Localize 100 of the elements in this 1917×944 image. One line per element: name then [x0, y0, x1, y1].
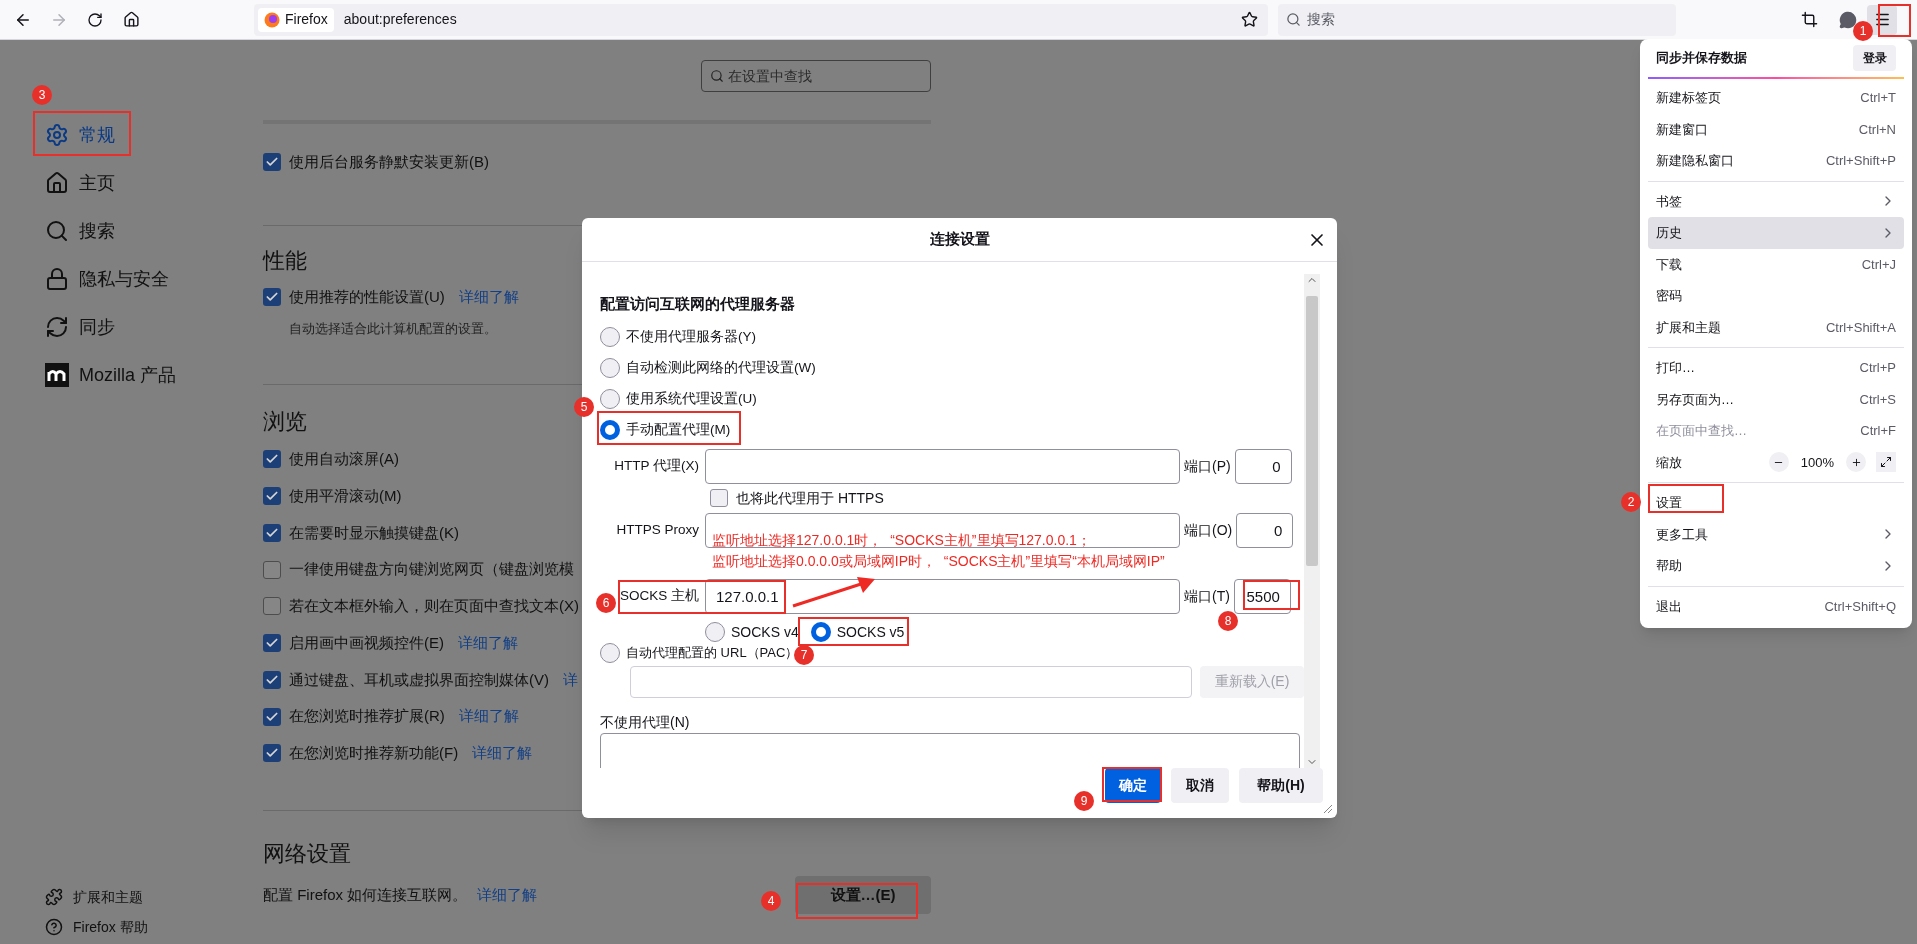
settings-button[interactable]: 设置…(E) — [795, 875, 931, 914]
shortcut-text: Ctrl+P — [1859, 359, 1896, 377]
radio-button[interactable] — [810, 622, 831, 642]
crop-icon[interactable] — [1801, 11, 1818, 28]
resize-grip-icon — [1323, 804, 1333, 814]
menu-item[interactable]: 打印… Ctrl+P — [1648, 352, 1904, 384]
sidebar-item[interactable]: 隐私与安全 — [33, 255, 243, 303]
menu-item[interactable]: 新建隐私窗口 Ctrl+Shift+P — [1648, 145, 1904, 177]
checkbox[interactable] — [263, 597, 281, 616]
checkbox[interactable] — [263, 707, 281, 726]
site-identity-chip[interactable]: Firefox — [258, 7, 334, 32]
step-badge: 5 — [574, 397, 594, 417]
logo-icon — [45, 363, 69, 387]
option-label: 若在文本框外输入，则在页面中查找文本(X) — [289, 596, 579, 617]
option-label: 使用系统代理设置(U) — [626, 389, 757, 408]
menu-item[interactable]: 密码 — [1648, 280, 1904, 312]
step-badge: 3 — [32, 85, 52, 105]
radio-button[interactable] — [600, 642, 620, 663]
chat-bubble-icon[interactable] — [1839, 10, 1857, 29]
sidebar-item[interactable]: 主页 — [33, 159, 243, 207]
menu-item[interactable]: 历史 — [1648, 217, 1904, 249]
checkbox[interactable] — [263, 744, 281, 763]
menu-item[interactable]: 扩展和主题 Ctrl+Shift+A — [1648, 311, 1904, 343]
option-label: 在您浏览时推荐扩展(R) — [289, 706, 445, 727]
menu-item[interactable]: 设置 — [1648, 487, 1904, 519]
checkbox[interactable] — [263, 487, 281, 506]
checkbox[interactable] — [263, 153, 281, 172]
checkbox[interactable] — [710, 489, 728, 507]
text-field[interactable] — [705, 512, 1180, 548]
checkbox[interactable] — [263, 450, 281, 469]
fullscreen-button[interactable] — [1876, 452, 1896, 473]
house-icon — [122, 11, 140, 28]
field-label: SOCKS 主机 — [620, 586, 699, 605]
sidebar-item[interactable]: 搜索 — [33, 207, 243, 255]
search-icon — [45, 219, 69, 243]
address-bar[interactable]: Firefox about:preferences — [254, 3, 1268, 36]
radio-button[interactable] — [600, 327, 620, 347]
radio-button[interactable] — [600, 420, 620, 440]
option-label: 启用画中画视频控件(E) — [289, 632, 444, 653]
bookmark-star-icon[interactable] — [1241, 11, 1258, 28]
menu-item[interactable]: 下载 Ctrl+J — [1648, 248, 1904, 280]
menu-item[interactable]: 新建窗口 Ctrl+N — [1648, 113, 1904, 145]
section-heading: 性能 — [263, 247, 307, 276]
browser-logo-icon — [264, 11, 280, 28]
option-label: 使用后台服务静默安装更新(B) — [289, 152, 489, 173]
zoom-level: 100% — [1799, 453, 1835, 472]
sidebar-item[interactable]: 同步 — [33, 303, 243, 351]
shortcut-text: Ctrl+Shift+P — [1825, 152, 1896, 170]
checkbox[interactable] — [263, 670, 281, 689]
checkbox[interactable] — [263, 560, 281, 579]
radio-button[interactable] — [600, 358, 620, 378]
shortcut-text: Ctrl+Shift+A — [1825, 318, 1896, 337]
text-field[interactable]: 0 — [1234, 448, 1292, 484]
field-label: 端口(T) — [1183, 586, 1231, 606]
option-label: 使用自动滚屏(A) — [289, 449, 399, 470]
checkbox[interactable] — [263, 634, 281, 653]
scrollbar[interactable] — [1304, 274, 1320, 768]
description-text: 自动选择适合此计算机配置的设置。 — [289, 319, 497, 338]
gear-icon — [45, 123, 69, 147]
search-field[interactable]: 搜索 — [1278, 3, 1676, 36]
dialog-button[interactable]: 取消 — [1171, 768, 1229, 803]
dialog-button[interactable]: 帮助(H) — [1239, 768, 1323, 803]
shortcut-text: Ctrl+J — [1861, 255, 1896, 274]
option-label: 自动检测此网络的代理设置(W) — [626, 358, 816, 377]
settings-search-field[interactable]: 在设置中查找 — [701, 60, 931, 92]
radio-button[interactable] — [600, 389, 620, 409]
section-heading: 浏览 — [263, 407, 307, 436]
section-heading: 网络设置 — [263, 840, 351, 869]
menu-item[interactable]: 退出 Ctrl+Shift+Q — [1648, 590, 1904, 622]
option-label: 在您浏览时推荐新功能(F) — [289, 743, 459, 764]
menu-item[interactable]: 新建标签页 Ctrl+T — [1648, 82, 1904, 114]
text-field[interactable]: 0 — [1236, 512, 1294, 548]
highlight-frame — [1243, 580, 1300, 610]
text-field[interactable] — [705, 448, 1180, 484]
highlight-frame — [1878, 4, 1911, 37]
step-badge: 2 — [1621, 492, 1641, 512]
dialog-title: 连接设置 — [929, 229, 990, 250]
option-label: 也将此代理用于 HTTPS — [736, 488, 884, 508]
sidebar-link[interactable]: Firefox 帮助 — [45, 912, 263, 942]
menu-item[interactable]: 更多工具 — [1648, 518, 1904, 550]
text-field[interactable] — [630, 665, 1192, 698]
checkbox[interactable] — [263, 288, 281, 307]
text-field[interactable]: 127.0.0.1 — [705, 578, 1180, 614]
menu-item[interactable]: 另存页面为… Ctrl+S — [1648, 383, 1904, 415]
menu-item[interactable]: 帮助 — [1648, 550, 1904, 582]
expand-icon — [1880, 456, 1892, 469]
sidebar-item[interactable]: Mozilla 产品 — [33, 351, 243, 399]
sign-in-button[interactable]: 登录 — [1853, 45, 1896, 71]
url-text: about:preferences — [343, 10, 457, 29]
radio-button[interactable] — [705, 622, 725, 642]
sidebar-link[interactable]: 扩展和主题 — [45, 882, 263, 912]
option-label: 使用推荐的性能设置(U) — [289, 286, 445, 307]
menu-item[interactable]: 书签 — [1648, 185, 1904, 217]
option-label: 在需要时显示触摸键盘(K) — [289, 522, 459, 543]
step-badge: 4 — [761, 891, 781, 911]
zoom-in-button[interactable] — [1846, 452, 1866, 473]
highlight-frame — [1102, 767, 1162, 802]
option-label: 通过键盘、耳机或虚拟界面控制媒体(V) — [289, 669, 549, 690]
field-label: HTTPS Proxy — [616, 520, 699, 539]
checkbox[interactable] — [263, 523, 281, 542]
